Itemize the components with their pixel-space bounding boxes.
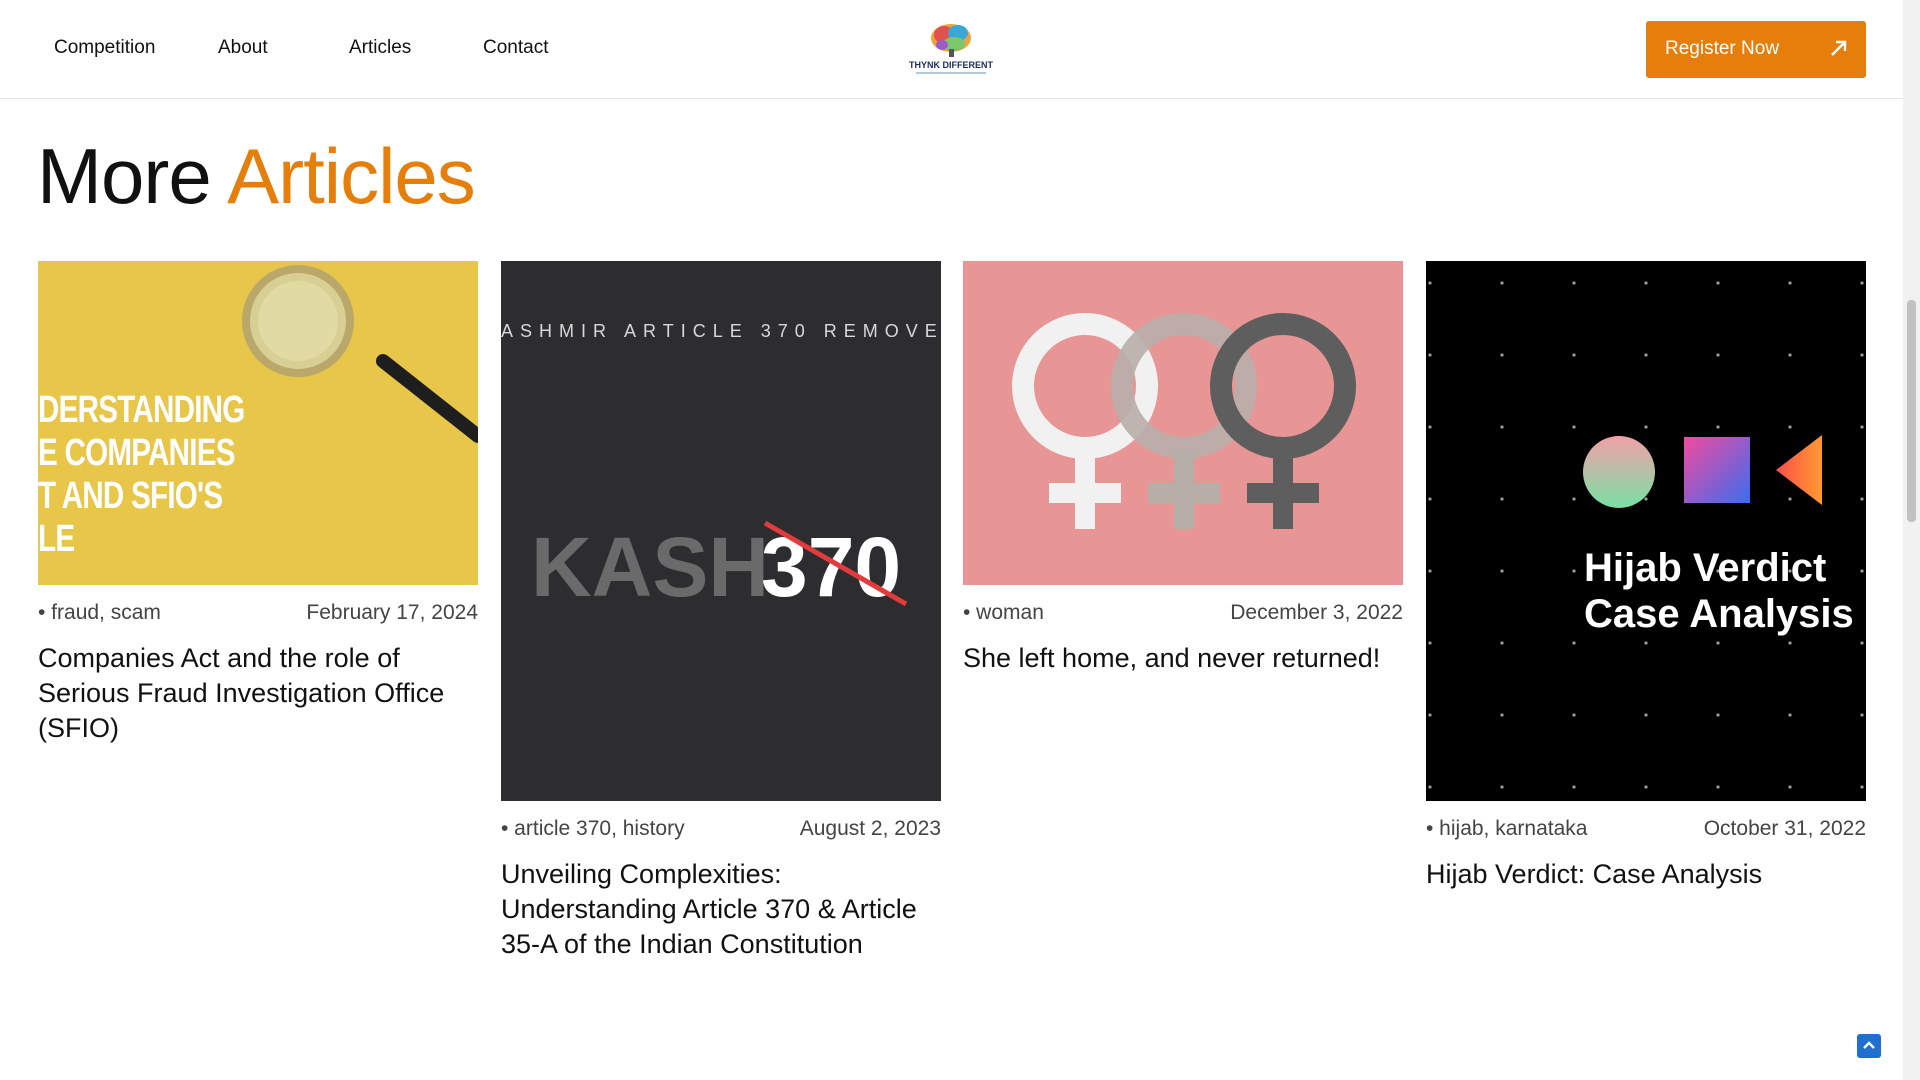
register-label: Register Now (1665, 38, 1780, 59)
article-date: December 3, 2022 (1230, 601, 1403, 624)
article-card[interactable]: • woman December 3, 2022 She left home, … (963, 261, 1403, 676)
article-date: February 17, 2024 (306, 601, 478, 624)
article-date: October 31, 2022 (1703, 817, 1866, 840)
title-accent: Articles (227, 132, 476, 220)
brain-logo-icon (931, 24, 971, 57)
nav-articles[interactable]: Articles (349, 37, 411, 59)
shapes-pattern-icon (1426, 261, 1866, 801)
article-meta: • fraud, scam February 17, 2024 (38, 599, 478, 627)
article-tags[interactable]: • article 370, history (501, 817, 685, 841)
article-thumbnail[interactable]: ASHMIR ARTICLE 370 REMOVE KASH 370 (501, 261, 941, 801)
strike-line-icon (763, 520, 908, 607)
article-title[interactable]: Companies Act and the role of Serious Fr… (38, 641, 478, 746)
site-header: Competition About Articles Contact THYNK… (0, 0, 1903, 99)
article-title[interactable]: Unveiling Complexities: Understanding Ar… (501, 857, 941, 962)
logo-tagline (916, 72, 986, 74)
article-date: August 2, 2023 (799, 817, 941, 840)
scroll-to-top-button[interactable] (1857, 1034, 1881, 1058)
scrollbar-thumb[interactable] (1907, 300, 1916, 522)
nav-contact[interactable]: Contact (483, 37, 548, 59)
article-meta: • article 370, history August 2, 2023 (501, 815, 941, 843)
female-symbols-icon (1012, 313, 1356, 529)
section-title: More Articles (37, 128, 476, 224)
article-card[interactable]: ASHMIR ARTICLE 370 REMOVE KASH 370 • art… (501, 261, 941, 962)
article-thumbnail[interactable]: DERSTANDING E COMPANIES T AND SFIO'S LE (38, 261, 478, 585)
thumbnail-text: DERSTANDING E COMPANIES T AND SFIO'S LE (38, 389, 245, 561)
thumbnail-line: Case Analysis (1584, 592, 1854, 636)
nav-competition[interactable]: Competition (54, 37, 155, 59)
article-meta: • woman December 3, 2022 (963, 599, 1403, 627)
register-now-button[interactable]: Register Now (1646, 21, 1866, 78)
article-card[interactable]: Hijab Verdict Case Analysis • hijab, kar… (1426, 261, 1866, 892)
article-thumbnail[interactable] (963, 261, 1403, 585)
nav-about[interactable]: About (218, 37, 268, 59)
title-plain: More (37, 132, 212, 220)
thumbnail-text: Hijab Verdict Case Analysis (1584, 545, 1854, 637)
article-thumbnail[interactable]: Hijab Verdict Case Analysis (1426, 261, 1866, 801)
arrow-up-right-icon (1831, 40, 1847, 56)
site-logo[interactable]: THYNK DIFFERENT (906, 18, 996, 78)
thumbnail-line: LE (38, 518, 75, 560)
thumbnail-line: E COMPANIES (38, 432, 236, 474)
thumbnail-line: DERSTANDING (38, 389, 245, 431)
chevron-up-icon (1863, 1041, 1875, 1049)
page-scrollbar[interactable] (1903, 0, 1920, 1080)
article-tags[interactable]: • hijab, karnataka (1426, 817, 1587, 841)
article-title[interactable]: Hijab Verdict: Case Analysis (1426, 857, 1866, 892)
article-card[interactable]: DERSTANDING E COMPANIES T AND SFIO'S LE … (38, 261, 478, 746)
article-title[interactable]: She left home, and never returned! (963, 641, 1403, 676)
thumbnail-line: Hijab Verdict (1584, 546, 1827, 590)
article-tags[interactable]: • fraud, scam (38, 601, 161, 625)
logo-text: THYNK DIFFERENT (909, 60, 993, 70)
article-tags[interactable]: • woman (963, 601, 1044, 625)
article-meta: • hijab, karnataka October 31, 2022 (1426, 815, 1866, 843)
thumbnail-line: T AND SFIO'S (38, 475, 223, 517)
